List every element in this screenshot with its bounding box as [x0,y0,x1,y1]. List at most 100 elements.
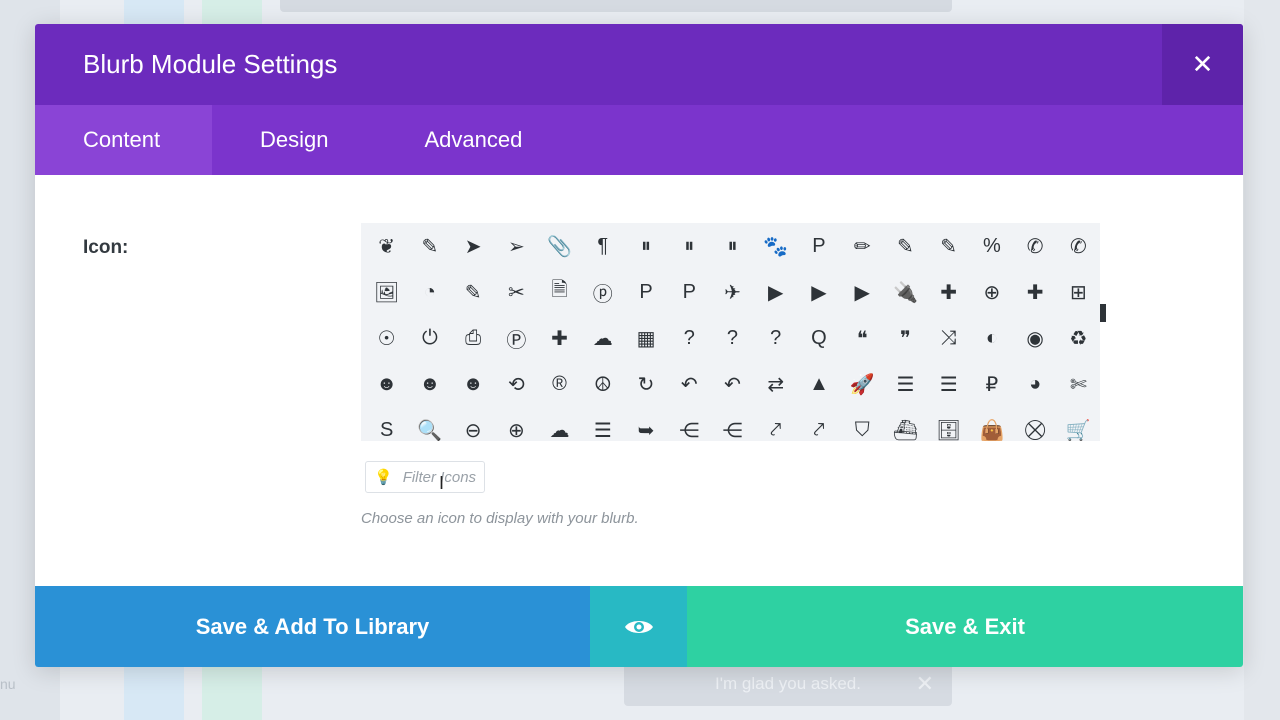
close-icon: ✕ [915,671,934,696]
icon-option[interactable]: ⏸ [711,223,754,269]
icon-option[interactable]: ➤ [451,223,494,269]
icon-option[interactable]: ⎙ [451,315,494,361]
background-bar [280,0,952,12]
icon-option[interactable]: ☰ [927,361,970,407]
icon-option[interactable]: ⏻ [408,315,451,361]
icon-option[interactable]: ¶ [581,223,624,269]
icon-option[interactable]: ® [538,361,581,407]
icon-option[interactable]: Ⓟ [495,315,538,361]
icon-option[interactable]: ▶ [754,269,797,315]
icon-option[interactable]: ✈ [711,269,754,315]
icon-option[interactable]: 🖼 [365,269,408,315]
icon-option[interactable]: ◔ [408,269,451,315]
icon-option[interactable]: ✆ [1014,223,1057,269]
icon-option[interactable]: ❞ [884,315,927,361]
icon-option[interactable]: ☻ [408,361,451,407]
icon-option[interactable]: P [668,269,711,315]
icon-option[interactable]: 🛒 [1057,407,1100,442]
icon-option[interactable]: ▶ [797,269,840,315]
icon-option[interactable]: ✆ [1057,223,1100,269]
icon-option[interactable]: ✚ [927,269,970,315]
tab-content[interactable]: Content [35,105,212,175]
icon-option[interactable]: ☰ [581,407,624,442]
icon-option[interactable]: ✚ [538,315,581,361]
icon-picker-grid[interactable]: ❦ ✎ ➤ ➢ 📎 ¶ ⏸ ⏸ ⏸ 🐾 P ✏ ✎ ✎% ✆ ✆ 🖼 ◔ ✎ ✂ 🗎 ⓟ P P ✈ ▶ ▶ ▶ 🔌 ✚ ⊕ ✚ ⊞ ☉ ⏻ ⎙ Ⓟ ✚ ☁… [361,223,1100,441]
icon-option[interactable]: ✎ [451,269,494,315]
icon-option[interactable]: % [970,223,1013,269]
icon-grid-scrollbar[interactable] [1100,304,1106,322]
icon-option[interactable]: ⊕ [495,407,538,442]
icon-option[interactable]: ? [711,315,754,361]
icon-option[interactable]: ✎ [927,223,970,269]
icon-option[interactable]: ✎ [408,223,451,269]
icon-option[interactable]: ✄ [1057,361,1100,407]
icon-option[interactable]: 🔍 [408,407,451,442]
icon-option[interactable]: 🐾 [754,223,797,269]
icon-option[interactable]: ⤤ [797,407,840,441]
icon-option[interactable]: ↻ [624,361,667,407]
icon-option[interactable]: 🗄 [927,407,970,442]
icon-option[interactable]: ◕ [1014,361,1057,407]
icon-option[interactable]: ⟲ [495,361,538,407]
icon-option[interactable]: ⋲ [668,407,711,442]
icon-option[interactable]: ☉ [365,315,408,361]
icon-option[interactable]: ✎ [884,223,927,269]
icon-option[interactable]: ☁ [538,407,581,442]
save-add-to-library-button[interactable]: Save & Add To Library [35,586,590,667]
icon-option[interactable]: ⇄ [754,361,797,407]
icon-option[interactable]: S [365,407,408,441]
icon-option[interactable]: ? [668,315,711,361]
icon-option[interactable]: ◉ [1014,315,1057,361]
icon-option[interactable]: ⛴ [884,407,927,442]
close-button[interactable]: ✕ [1162,24,1243,105]
icon-option[interactable]: ⏸ [624,223,667,269]
icon-option[interactable]: ➢ [495,223,538,269]
icon-option[interactable]: ⛒ [1014,407,1057,441]
tab-design[interactable]: Design [212,105,376,175]
icon-option[interactable]: ☮ [581,361,624,407]
icon-option[interactable]: Q [797,315,840,361]
save-exit-button[interactable]: Save & Exit [687,586,1243,667]
icon-option[interactable]: ▦ [624,315,667,361]
icon-option[interactable]: ✂ [495,269,538,315]
icon-option[interactable]: ↶ [668,361,711,407]
icon-option[interactable]: ⓟ [581,269,624,315]
icon-option[interactable]: ⊖ [451,407,494,442]
icon-option[interactable]: 🚀 [841,361,884,407]
icon-option[interactable]: ₽ [970,361,1013,407]
modal-body: Icon: ❦ ✎ ➤ ➢ 📎 ¶ ⏸ ⏸ ⏸ 🐾 P ✏ ✎ ✎% ✆ ✆ 🖼 ◔ ✎ ✂ 🗎 ⓟ P P ✈ ▶ ▶ ▶ 🔌 ✚ ⊕ ✚ ⊞… [35,175,1243,586]
icon-option[interactable]: ⊕ [970,269,1013,315]
icon-option[interactable]: 📎 [538,223,581,269]
icon-option[interactable]: ➥ [624,407,667,442]
icon-option[interactable]: ◐ [970,315,1013,361]
icon-option[interactable]: P [624,269,667,315]
icon-option[interactable]: ☻ [365,361,408,407]
icon-option[interactable]: ⛉ [841,407,884,441]
icon-option[interactable]: ⤨ [927,315,970,361]
icon-option[interactable]: 🔌 [884,269,927,315]
tab-advanced[interactable]: Advanced [376,105,570,175]
icon-option[interactable]: ♻ [1057,315,1100,361]
icon-option[interactable]: ☰ [884,361,927,407]
icon-option[interactable]: ? [754,315,797,361]
icon-option[interactable]: ✏ [841,223,884,269]
icon-row: ☉ ⏻ ⎙ Ⓟ ✚ ☁ ▦??? Q ❝ ❞ ⤨ ◐ ◉ ♻ [361,315,1100,361]
icon-option[interactable]: ▶ [841,269,884,315]
icon-option[interactable]: ⤤ [754,407,797,441]
button-label: Save & Add To Library [195,613,430,639]
icon-option[interactable]: ❝ [841,315,884,361]
preview-button[interactable] [590,586,687,667]
icon-option[interactable]: ▲ [797,361,840,407]
icon-option[interactable]: ❦ [365,223,408,269]
icon-option[interactable]: ☻ [451,361,494,407]
icon-option[interactable]: 🗎 [538,269,581,315]
icon-option[interactable]: P [797,223,840,269]
icon-option[interactable]: ⏸ [668,223,711,269]
icon-option[interactable]: ⋲ [711,407,754,442]
icon-option[interactable]: 👜 [970,407,1013,442]
icon-option[interactable]: ⊞ [1057,269,1100,315]
icon-option[interactable]: ↶ [711,361,754,407]
icon-option[interactable]: ✚ [1014,269,1057,315]
filter-icons-field[interactable]: 💡 [365,461,485,493]
icon-option[interactable]: ☁ [581,315,624,361]
